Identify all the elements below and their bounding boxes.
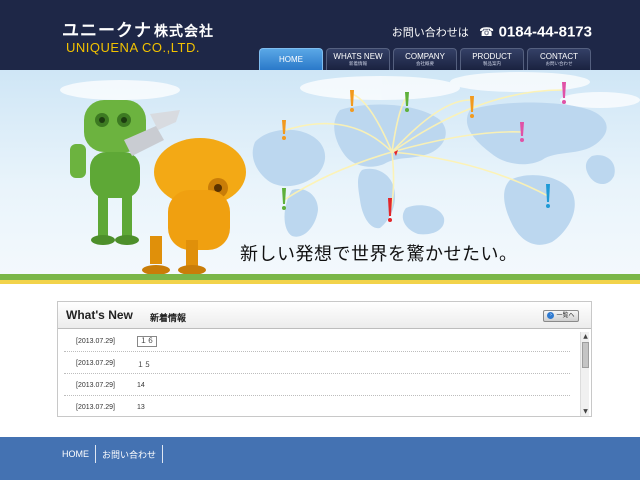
tab-whats-new[interactable]: WHATS NEW 新着情報 (326, 48, 390, 70)
company-name-jp: ユニークナ (62, 21, 152, 41)
list-item[interactable]: [2013.07.29] 13 (64, 396, 570, 418)
tab-contact-sub: お問い合わせ (545, 61, 573, 66)
site-header: ユニークナ 株式会社 UNIQUENA CO.,LTD. お問い合わせは ☎ 01… (0, 0, 640, 70)
main-nav: HOME WHATS NEW 新着情報 COMPANY 会社概要 PRODUCT… (259, 48, 591, 70)
hero-divider-yellow (0, 280, 640, 284)
tab-product[interactable]: PRODUCT 製品案内 (460, 48, 524, 70)
tab-product-label: PRODUCT (472, 52, 512, 61)
contact-phone: お問い合わせは ☎ 0184-44-8173 (392, 23, 592, 41)
tab-company[interactable]: COMPANY 会社概要 (393, 48, 457, 70)
scroll-up-arrow-icon[interactable]: ▲ (581, 332, 590, 341)
footer-link-contact[interactable]: お問い合わせ (96, 448, 162, 461)
circle-arrow-icon: › (547, 312, 555, 319)
news-date: [2013.07.29] (76, 404, 115, 411)
whats-new-panel: What's New 新着情報 › 一覧へ [2013.07.29] １６ [20… (57, 301, 592, 417)
news-date: [2013.07.29] (76, 338, 115, 345)
whats-new-title: What's New (66, 308, 133, 322)
scroll-thumb[interactable] (582, 342, 589, 368)
news-list[interactable]: [2013.07.29] １６ [2013.07.29] １５ [2013.07… (58, 330, 591, 416)
view-all-button[interactable]: › 一覧へ (543, 310, 579, 322)
news-title-link[interactable]: 14 (137, 382, 145, 389)
tab-product-sub: 製品案内 (483, 61, 501, 66)
footer-link-home[interactable]: HOME (56, 449, 95, 459)
tab-home[interactable]: HOME (259, 48, 323, 70)
news-title-link[interactable]: １６ (137, 336, 157, 347)
company-logo[interactable]: ユニークナ 株式会社 (62, 16, 214, 41)
contact-label: お問い合わせは (391, 26, 469, 39)
news-date: [2013.07.29] (76, 382, 115, 389)
list-item[interactable]: [2013.07.29] 14 (64, 374, 570, 396)
whats-new-subtitle: 新着情報 (150, 314, 187, 324)
tab-whats-new-label: WHATS NEW (333, 52, 383, 61)
tab-company-sub: 会社概要 (416, 61, 434, 66)
phone-icon: ☎ (479, 24, 495, 39)
pin-icon (350, 90, 354, 112)
tab-contact[interactable]: CONTACT お問い合わせ (527, 48, 591, 70)
tab-company-label: COMPANY (405, 52, 445, 61)
company-name-en: UNIQUENA CO.,LTD. (66, 40, 200, 55)
footer-divider (162, 445, 164, 463)
news-date: [2013.07.29] (76, 360, 115, 367)
news-title-link[interactable]: 13 (137, 404, 145, 411)
news-title-link[interactable]: １５ (137, 360, 151, 370)
view-all-label: 一覧へ (556, 312, 575, 319)
news-scrollbar[interactable]: ▲ ▼ (580, 332, 589, 416)
tab-contact-label: CONTACT (539, 52, 579, 61)
pin-icon (562, 82, 566, 104)
world-map-image (252, 102, 615, 245)
scroll-down-arrow-icon[interactable]: ▼ (581, 407, 590, 416)
tab-home-label: HOME (279, 55, 303, 64)
tab-whats-new-sub: 新着情報 (349, 61, 367, 66)
hero-caption: 新しい発想で世界を驚かせたい。 (240, 244, 518, 265)
whats-new-header: What's New 新着情報 › 一覧へ (58, 302, 591, 329)
phone-number: 0184-44-8173 (498, 23, 592, 41)
site-footer: HOME お問い合わせ (0, 437, 640, 480)
list-item[interactable]: [2013.07.29] １５ (64, 352, 570, 374)
list-item[interactable]: [2013.07.29] １６ (64, 330, 570, 352)
hero-banner: 新しい発想で世界を驚かせたい。 (0, 70, 640, 280)
pin-icon (405, 92, 409, 112)
orange-robot-image (142, 138, 246, 275)
company-suffix: 株式会社 (154, 24, 214, 40)
footer-nav: HOME お問い合わせ (56, 443, 164, 465)
